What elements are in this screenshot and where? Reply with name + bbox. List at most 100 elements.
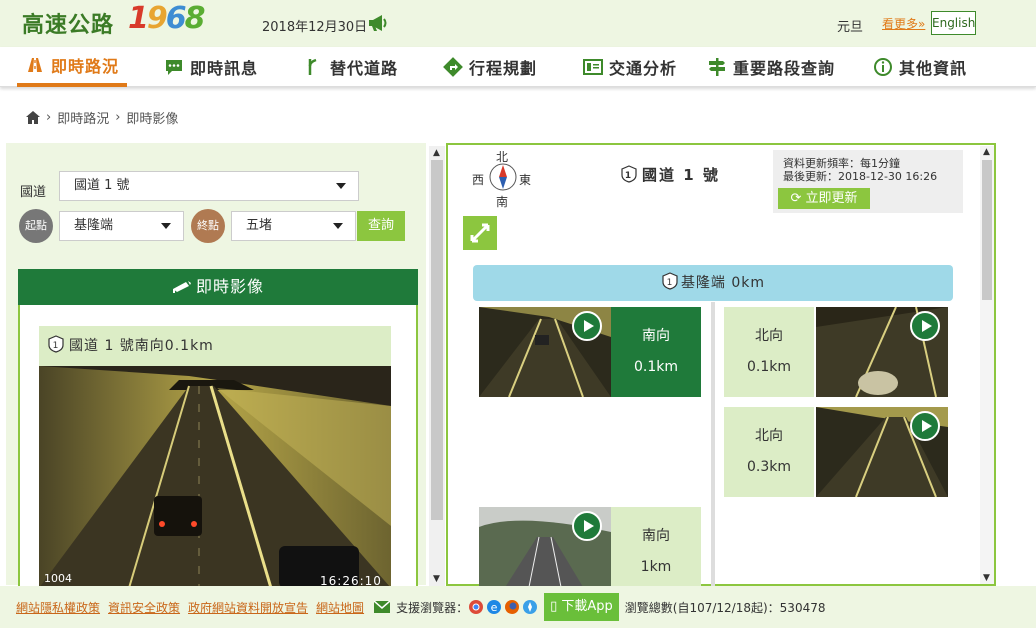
analysis-icon [583, 57, 603, 77]
scroll-down-icon[interactable]: ▼ [433, 574, 440, 584]
camera-icon [172, 281, 191, 293]
footer-link-open-data[interactable]: 政府網站資料開放宣告 [188, 599, 308, 616]
nav-item-other-info[interactable]: 其他資訊 [873, 47, 967, 87]
end-select-value: 五堵 [246, 218, 273, 233]
start-point-bar: 1 基隆端 0km [473, 265, 953, 301]
nav-item-trip-planning[interactable]: 行程規劃 [443, 47, 537, 87]
scroll-up-icon[interactable]: ▲ [983, 147, 990, 157]
chevron-right-icon: › [46, 110, 52, 125]
highway-label: 國道 [20, 185, 47, 200]
safari-icon [523, 600, 538, 614]
left-scrollbar[interactable]: ▲ ▼ [429, 146, 445, 586]
nav-item-live-traffic[interactable]: 即時路況 [17, 47, 128, 87]
svg-text:e: e [491, 601, 498, 614]
logo-digit: 9 [146, 1, 168, 36]
play-icon[interactable] [910, 311, 940, 341]
nav-label: 交通分析 [609, 59, 678, 78]
expand-button[interactable] [463, 216, 497, 250]
query-button[interactable]: 查詢 [357, 211, 405, 241]
info-icon [873, 57, 893, 77]
road-icon [25, 55, 45, 75]
scroll-down-icon[interactable]: ▼ [983, 573, 990, 583]
chevron-down-icon [336, 183, 346, 189]
visit-counter: 瀏覽總數(自107/12/18起)：530478 [624, 600, 826, 615]
message-icon [164, 57, 184, 77]
more-link[interactable]: 看更多» [882, 15, 925, 32]
breadcrumb-item: 即時影像 [126, 112, 179, 127]
breadcrumb-item[interactable]: 即時路況 [57, 108, 109, 127]
scroll-up-icon[interactable]: ▲ [433, 148, 440, 158]
play-icon[interactable] [572, 311, 602, 341]
start-badge: 起點 [19, 209, 53, 243]
download-app-label: 下載App [561, 599, 613, 614]
road-title: 1 國道 1 號 [620, 164, 720, 185]
nav-label: 即時路況 [51, 57, 120, 76]
download-app-button[interactable]: ▯ 下載App [544, 593, 619, 621]
camera-info-tile[interactable]: 北向 0.3km [724, 407, 814, 497]
mail-icon[interactable] [374, 601, 391, 613]
start-point-label: 基隆端 0km [680, 275, 766, 291]
nav-label: 行程規劃 [469, 59, 538, 78]
route-icon [443, 57, 463, 77]
logo-digit: 1 [128, 1, 149, 36]
ie-icon: e [487, 600, 502, 614]
right-scrollbar[interactable]: ▲ ▼ [980, 146, 994, 584]
compass-east: 東 [519, 173, 532, 187]
footer-link-security[interactable]: 資訊安全政策 [108, 599, 180, 616]
end-select[interactable]: 五堵 [231, 211, 356, 241]
camera-info-tile[interactable]: 南向 1km [611, 507, 701, 587]
svg-text:1: 1 [53, 341, 60, 351]
site-logo-1968[interactable]: 1968 [128, 1, 205, 36]
start-select-value: 基隆端 [74, 218, 114, 233]
camera-direction: 北向 [755, 328, 783, 344]
chrome-icon [469, 600, 484, 614]
refresh-button[interactable]: ⟳ 立即更新 [778, 188, 870, 209]
nav-item-key-sections[interactable]: 重要路段查詢 [707, 47, 835, 87]
scrollbar-thumb[interactable] [982, 160, 992, 300]
camera-km: 0.3km [746, 459, 791, 475]
site-logo-text[interactable]: 高速公路 [22, 7, 114, 39]
highway-select[interactable]: 國道 1 號 [59, 171, 359, 201]
phone-icon: ▯ [550, 599, 558, 614]
highway-shield-icon: 1 [621, 165, 637, 183]
nav-item-live-messages[interactable]: 即時訊息 [164, 47, 258, 87]
logo-digit: 6 [165, 1, 187, 36]
svg-text:1: 1 [625, 171, 633, 181]
refresh-icon: ⟳ [790, 191, 802, 206]
camera-info-tile[interactable]: 北向 0.1km [724, 307, 814, 397]
scrollbar-thumb[interactable] [431, 160, 443, 520]
camera-km: 1km [640, 559, 672, 575]
camera-title-bar: 1 國道 1 號南向0.1km [39, 326, 391, 366]
camera-direction: 南向 [642, 528, 670, 544]
footer-link-sitemap[interactable]: 網站地圖 [316, 599, 364, 616]
home-icon[interactable] [26, 111, 40, 124]
fork-icon [304, 57, 324, 77]
chevron-down-icon [161, 223, 171, 229]
english-button[interactable]: English [931, 11, 976, 35]
nav-item-alternate-roads[interactable]: 替代道路 [304, 47, 398, 87]
expand-icon [470, 223, 490, 243]
signpost-icon [707, 57, 727, 77]
nav-item-traffic-analysis[interactable]: 交通分析 [583, 47, 677, 87]
nav-label: 其他資訊 [899, 59, 968, 78]
end-badge: 終點 [191, 209, 225, 243]
highway-select-value: 國道 1 號 [74, 178, 130, 193]
chevron-right-icon: › [115, 110, 121, 125]
live-video-heading: 即時影像 [18, 269, 418, 305]
play-icon[interactable] [572, 511, 602, 541]
start-select[interactable]: 基隆端 [59, 211, 184, 241]
nav-label: 替代道路 [330, 59, 399, 78]
chevron-down-icon [333, 223, 343, 229]
camera-direction: 南向 [642, 328, 670, 344]
svg-text:1: 1 [667, 278, 674, 288]
megaphone-icon[interactable] [367, 14, 389, 32]
footer-link-privacy[interactable]: 網站隱私權政策 [16, 599, 100, 616]
browser-icons: e [468, 599, 538, 615]
footer: 網站隱私權政策 資訊安全政策 政府網站資料開放宣告 網站地圖 支援瀏覽器： e … [0, 586, 1036, 628]
live-camera-image[interactable] [39, 366, 391, 588]
compass-south: 南 [496, 195, 509, 209]
play-icon[interactable] [910, 411, 940, 441]
camera-info-tile[interactable]: 南向 0.1km [611, 307, 701, 397]
nav-label: 即時訊息 [190, 59, 259, 78]
browser-label: 支援瀏覽器： [396, 600, 469, 615]
